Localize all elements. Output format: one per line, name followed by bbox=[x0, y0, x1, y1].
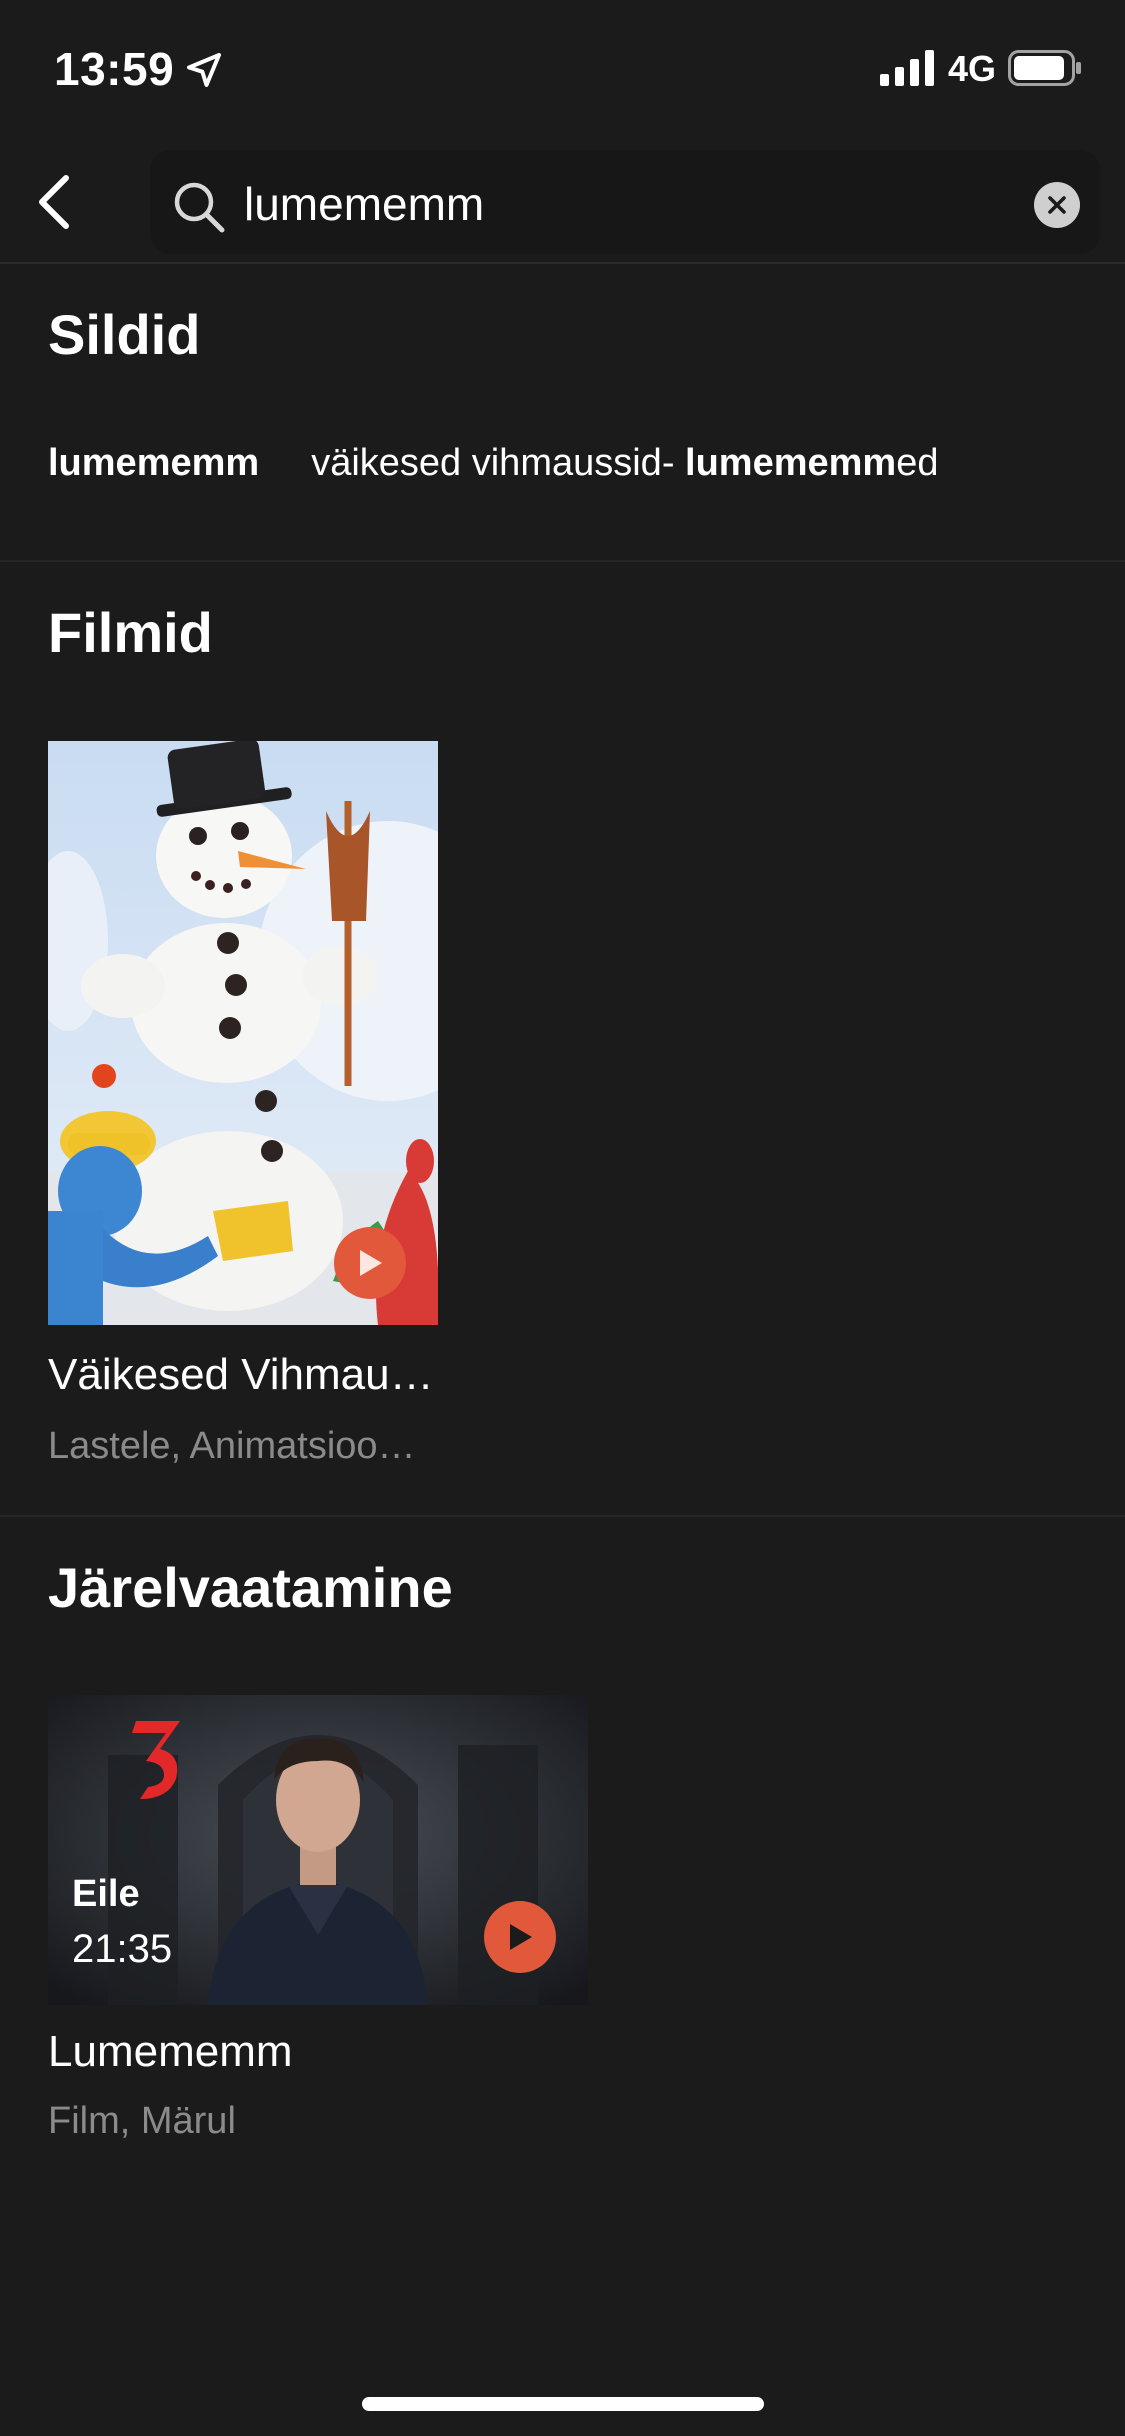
replay-card-title[interactable]: Lumememm bbox=[48, 2027, 293, 2077]
back-button[interactable] bbox=[18, 166, 90, 238]
tag-item[interactable]: lumememm bbox=[48, 442, 259, 485]
status-bar: 13:59 4G bbox=[0, 0, 1125, 140]
replay-time-label: 21:35 bbox=[72, 1927, 173, 1971]
tag-item[interactable]: väikesed vihmaussid- lumememmed bbox=[311, 442, 938, 485]
tag-suffix-text: ed bbox=[896, 442, 939, 484]
search-icon bbox=[174, 182, 225, 233]
tag-prefix-text: väikesed vihmaussid- bbox=[311, 442, 686, 484]
section-title-films: Filmid bbox=[48, 601, 213, 664]
divider bbox=[0, 560, 1125, 562]
section-title-tags: Sildid bbox=[48, 303, 201, 366]
tags-list: lumememm väikesed vihmaussid- lumememmed bbox=[48, 442, 939, 485]
network-type: 4G bbox=[948, 48, 997, 89]
clear-search-button[interactable] bbox=[1034, 182, 1080, 228]
search-field[interactable]: lumememm bbox=[150, 150, 1100, 254]
play-button[interactable] bbox=[334, 1227, 406, 1299]
status-time: 13:59 bbox=[54, 43, 175, 95]
battery-icon bbox=[1008, 50, 1081, 86]
film-card-title[interactable]: Väikesed Vihmau… bbox=[48, 1350, 434, 1400]
search-input[interactable]: lumememm bbox=[244, 177, 484, 231]
tag-match-text: lumememm bbox=[685, 442, 897, 484]
tag-match-text: lumememm bbox=[48, 442, 260, 484]
replay-card-genres: Film, Märul bbox=[48, 2100, 236, 2142]
location-arrow-icon bbox=[187, 53, 221, 87]
home-indicator[interactable] bbox=[362, 2397, 764, 2411]
replay-day-label: Eile bbox=[72, 1873, 140, 1915]
play-icon bbox=[510, 1924, 532, 1950]
divider bbox=[0, 1515, 1125, 1517]
film-card-genres: Lastele, Animatsioo… bbox=[48, 1425, 416, 1467]
close-icon bbox=[1048, 196, 1066, 214]
play-button[interactable] bbox=[484, 1901, 556, 1973]
cellular-signal-icon bbox=[880, 50, 934, 86]
chevron-left-icon bbox=[39, 175, 69, 229]
film-card-thumbnail[interactable] bbox=[48, 741, 438, 1325]
play-icon bbox=[360, 1250, 382, 1276]
replay-card-thumbnail[interactable]: Eile 21:35 bbox=[48, 1695, 588, 2005]
section-title-replay: Järelvaatamine bbox=[48, 1556, 453, 1619]
search-header: lumememm bbox=[0, 140, 1125, 264]
